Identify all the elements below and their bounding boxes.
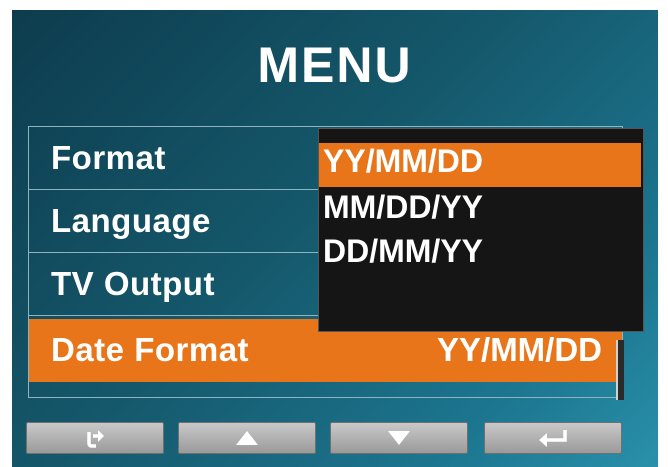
menu-title: MENU <box>257 37 413 93</box>
down-arrow-icon <box>388 431 410 445</box>
dropdown-option-yy-mm-dd[interactable]: YY/MM/DD <box>319 143 641 187</box>
dropdown-option-mm-dd-yy[interactable]: MM/DD/YY <box>319 189 641 233</box>
scrollbar[interactable] <box>616 340 624 400</box>
menu-item-label: Language <box>51 202 211 239</box>
date-format-dropdown: YY/MM/DD MM/DD/YY DD/MM/YY <box>318 128 644 332</box>
menu-item-label: TV Output <box>51 265 215 302</box>
return-icon <box>87 430 104 448</box>
enter-button[interactable] <box>484 422 622 454</box>
back-button[interactable] <box>26 422 164 454</box>
menu-item-label: Date Format <box>51 331 250 368</box>
up-button[interactable] <box>178 422 316 454</box>
dropdown-option-dd-mm-yy[interactable]: DD/MM/YY <box>319 233 641 277</box>
up-arrow-icon <box>236 431 258 445</box>
menu-item-value: YY/MM/DD <box>437 331 602 368</box>
enter-icon <box>539 430 567 447</box>
down-button[interactable] <box>330 422 468 454</box>
menu-item-label: Format <box>51 139 166 176</box>
camera-menu-screen: MENU Format Language TV Output Date Form… <box>12 10 658 467</box>
